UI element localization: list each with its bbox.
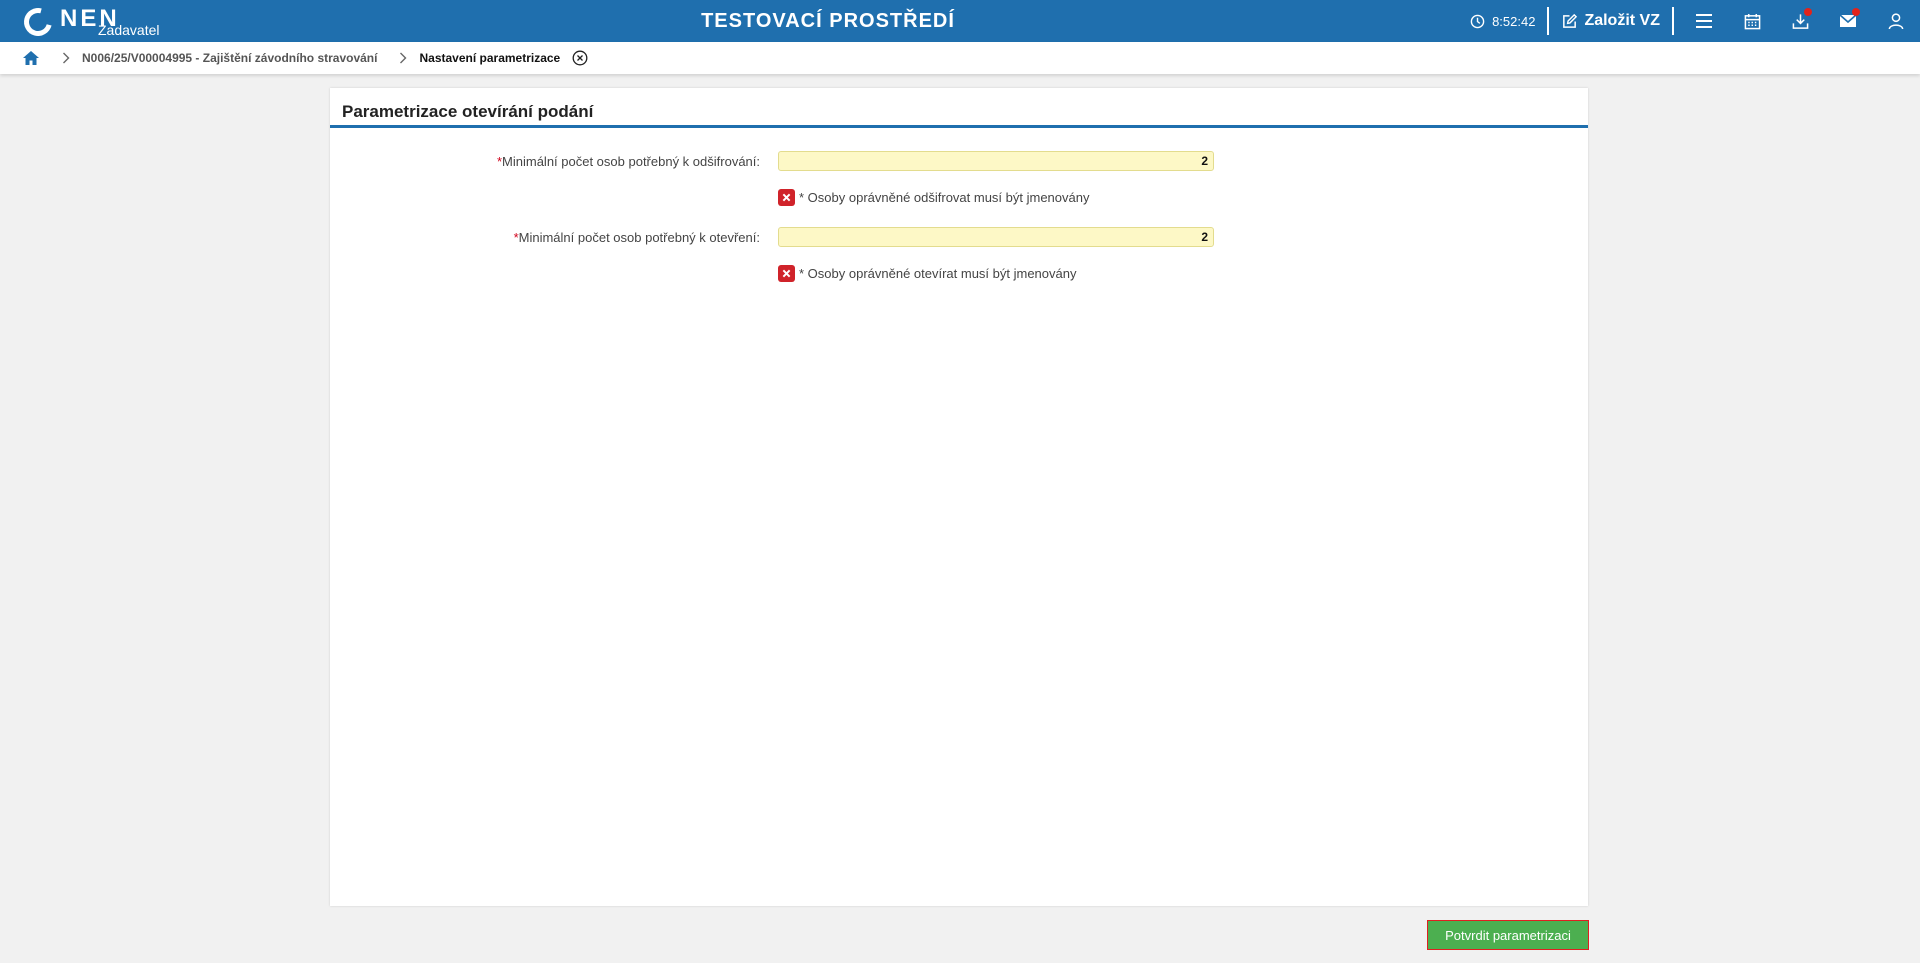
open-persons-check[interactable]: * Osoby oprávněné otevírat musí být jmen… (778, 265, 1076, 282)
check-row-decrypt: * Osoby oprávněné odšifrovat musí být jm… (330, 189, 1588, 211)
environment-title: TESTOVACÍ PROSTŘEDÍ (701, 10, 955, 32)
user-icon (1888, 12, 1904, 29)
menu-button[interactable] (1680, 0, 1728, 42)
check-row-open: * Osoby oprávněné otevírat musí být jmen… (330, 265, 1588, 287)
mail-icon (1839, 14, 1857, 27)
home-link[interactable] (22, 50, 40, 66)
confirm-parametrization-button[interactable]: Potvrdit parametrizaci (1427, 920, 1589, 950)
close-circle-icon (572, 50, 588, 66)
decrypt-count-label: Minimální počet osob potřebný k odšifrov… (502, 154, 760, 169)
field-row-decrypt: *Minimální počet osob potřebný k odšifro… (330, 151, 1588, 173)
breadcrumb: N006/25/V00004995 - Zajištění závodního … (0, 42, 1920, 74)
close-breadcrumb-button[interactable] (572, 50, 588, 66)
open-persons-label: * Osoby oprávněné otevírat musí být jmen… (799, 266, 1077, 281)
panel-title: Parametrizace otevírání podání (330, 88, 1588, 128)
create-vz-button[interactable]: Založit VZ (1549, 12, 1672, 30)
top-right-tools: 8:52:42 Založit VZ (1470, 0, 1920, 42)
mail-button[interactable] (1824, 0, 1872, 42)
session-clock: 8:52:42 (1470, 14, 1535, 29)
decrypt-count-input[interactable]: 2 (778, 151, 1214, 171)
chevron-right-icon (62, 52, 70, 64)
home-icon (23, 51, 39, 65)
user-button[interactable] (1872, 0, 1920, 42)
calendar-button[interactable] (1728, 0, 1776, 42)
edit-icon (1563, 13, 1578, 28)
field-label: *Minimální počet osob potřebný k otevřen… (514, 227, 760, 249)
field-label: *Minimální počet osob potřebný k odšifro… (497, 151, 760, 173)
decrypt-persons-label: * Osoby oprávněné odšifrovat musí být jm… (799, 190, 1090, 205)
clock-value: 8:52:42 (1492, 13, 1536, 29)
breadcrumb-item-current: Nastavení parametrizace (419, 51, 561, 65)
notification-dot (1804, 8, 1812, 16)
open-count-input[interactable]: 2 (778, 227, 1214, 247)
field-row-open: *Minimální počet osob potřebný k otevřen… (330, 227, 1588, 249)
x-box-icon[interactable] (778, 189, 795, 206)
chevron-right-icon (399, 52, 407, 64)
clock-icon (1470, 14, 1485, 28)
create-vz-label: Založit VZ (1584, 12, 1660, 29)
download-button[interactable] (1776, 0, 1824, 42)
parametrization-panel: Parametrizace otevírání podání *Minimáln… (330, 88, 1588, 906)
open-count-label: Minimální počet osob potřebný k otevření… (518, 230, 760, 245)
notification-dot (1852, 8, 1860, 16)
calendar-icon (1744, 13, 1760, 29)
breadcrumb-item-tender[interactable]: N006/25/V00004995 - Zajištění závodního … (82, 51, 377, 65)
x-box-icon[interactable] (778, 265, 795, 282)
top-bar: NEN Zadavatel TESTOVACÍ PROSTŘEDÍ 8:52:4… (0, 0, 1920, 42)
menu-icon (1696, 14, 1712, 28)
divider (1672, 7, 1674, 35)
decrypt-persons-check[interactable]: * Osoby oprávněné odšifrovat musí být jm… (778, 189, 1089, 206)
